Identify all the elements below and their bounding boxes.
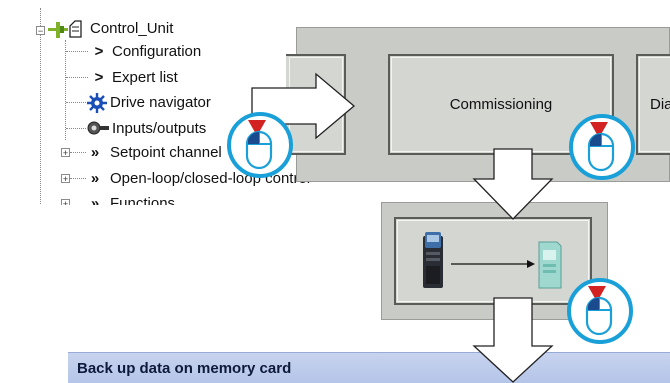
backup-to-memory-card-button[interactable] [394, 217, 592, 305]
tree-item-label: Configuration [112, 42, 202, 60]
expand-icon[interactable]: + [61, 199, 70, 205]
tree-item-inputs-outputs[interactable]: Inputs/outputs [112, 117, 206, 139]
tree-item-label: Drive navigator [110, 93, 211, 111]
tree-item-control-unit[interactable]: Control_Unit [84, 17, 173, 39]
tree-item-label: Functions [110, 194, 176, 206]
tree-connector [66, 77, 88, 78]
tree-item-functions[interactable]: » Functions [86, 192, 176, 206]
expand-icon[interactable]: + [61, 174, 70, 184]
drive-navigator-icon [87, 93, 107, 113]
tree-guide [40, 8, 41, 205]
tree-item-label: Setpoint channel [110, 143, 222, 161]
tree-connector [70, 178, 86, 179]
expand-icon[interactable]: + [61, 148, 70, 158]
control-unit-network-icon [48, 22, 68, 38]
tree-item-label: Inputs/outputs [112, 119, 207, 137]
flow-arrow-down [472, 148, 554, 220]
tree-item-setpoint-channel[interactable]: » Setpoint channel [86, 141, 222, 163]
tree-connector [66, 102, 86, 103]
inverter-to-memory-card-icon [423, 232, 562, 289]
control-unit-icon [69, 20, 82, 38]
chevron-right-icon: > [94, 42, 104, 60]
collapse-icon[interactable]: − [36, 26, 45, 36]
mouse-click-icon [569, 114, 635, 180]
commissioning-button-label: Commissioning [449, 96, 553, 113]
double-chevron-icon: » [90, 194, 100, 206]
mouse-click-icon [567, 278, 633, 344]
tree-connector [66, 51, 88, 52]
tree-connector [70, 152, 86, 153]
tree-item-label: Control_Unit [90, 19, 174, 37]
tree-item-drive-navigator[interactable]: Drive navigator [108, 91, 211, 113]
tree-connector [66, 128, 86, 129]
double-chevron-icon: » [90, 169, 100, 187]
chevron-right-icon: > [94, 68, 104, 86]
diagnostics-button-label: Dia [650, 96, 670, 113]
tree-item-expert-list[interactable]: > Expert list [92, 66, 178, 88]
mouse-click-icon [227, 112, 293, 178]
double-chevron-icon: » [90, 143, 100, 161]
flow-arrow-down [472, 297, 554, 383]
backup-dialog-titlebar: Back up data on memory card [68, 352, 670, 383]
tree-item-label: Expert list [112, 68, 178, 86]
dialog-title: Back up data on memory card [77, 359, 292, 377]
tree-guide [65, 40, 66, 140]
tree-item-configuration[interactable]: > Configuration [92, 40, 202, 62]
inputs-outputs-icon [87, 121, 109, 135]
diagnostics-button[interactable]: Dia [636, 54, 670, 155]
